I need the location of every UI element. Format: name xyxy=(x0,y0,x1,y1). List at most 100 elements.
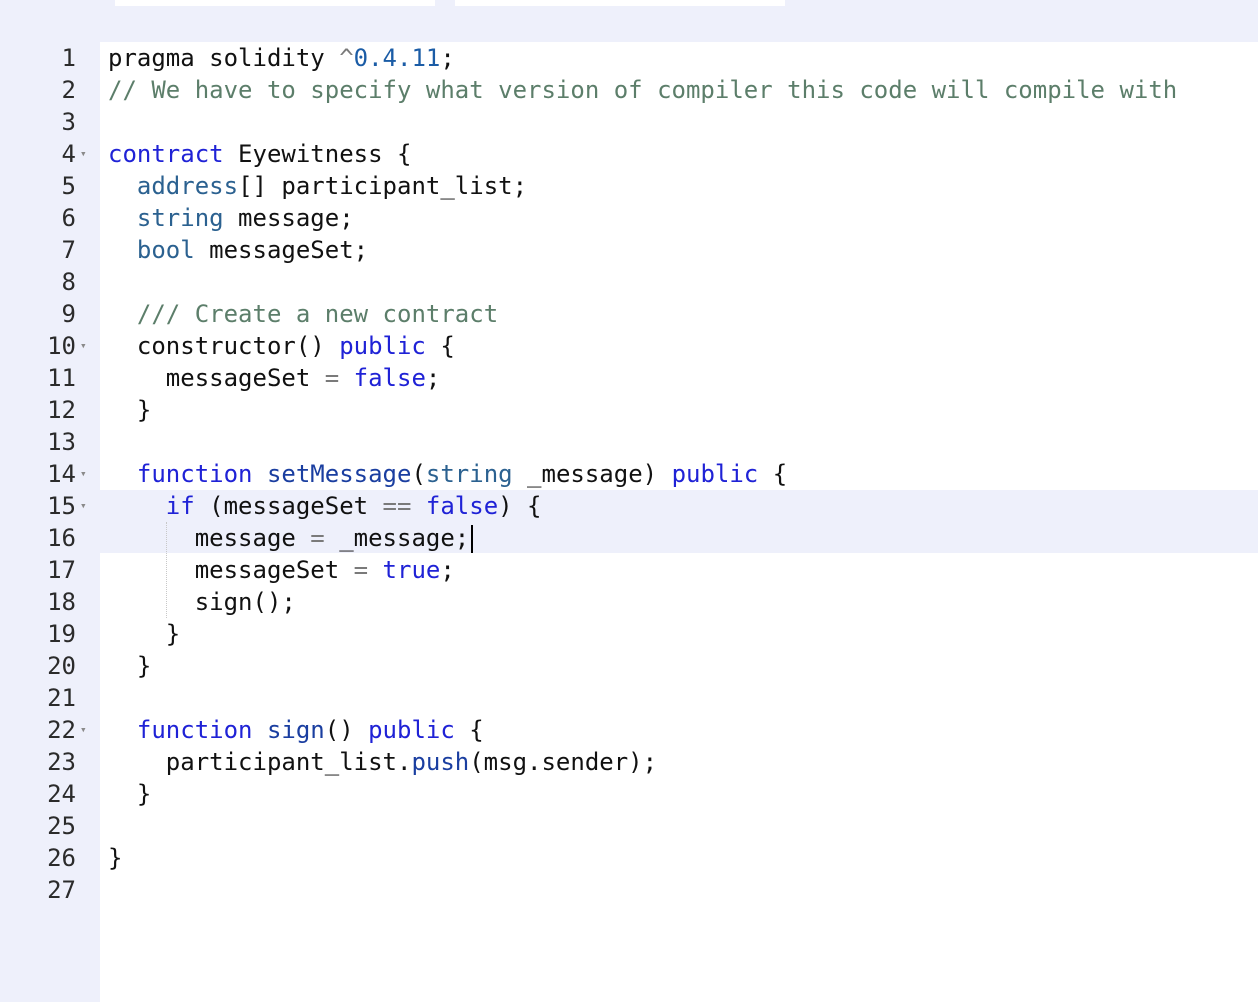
code-token: } xyxy=(108,620,181,648)
line-number: 25 xyxy=(47,812,76,840)
code-token: messageSet; xyxy=(194,236,369,264)
chevron-down-icon[interactable]: ▾ xyxy=(80,458,87,490)
code-text: } xyxy=(108,650,151,682)
code-line[interactable]: 26} xyxy=(0,842,1258,874)
code-line[interactable]: 6 string message; xyxy=(0,202,1258,234)
code-token: string xyxy=(425,460,513,488)
code-text: string message; xyxy=(108,202,354,234)
code-token: } xyxy=(108,652,152,680)
code-token: } xyxy=(108,780,152,808)
code-text: if (messageSet == false) { xyxy=(108,490,542,522)
code-line[interactable]: 7 bool messageSet; xyxy=(0,234,1258,266)
code-line[interactable]: 4 ▾ contract Eyewitness { xyxy=(0,138,1258,170)
line-number: 7 xyxy=(61,236,76,264)
code-text: function sign() public { xyxy=(108,714,484,746)
editor-tab[interactable] xyxy=(115,0,435,6)
code-line[interactable]: 16 message = _message; xyxy=(0,522,1258,554)
code-token: messageSet xyxy=(108,556,354,584)
line-number: 12 xyxy=(47,396,76,424)
code-token: ( xyxy=(411,460,426,488)
line-number: 26 xyxy=(47,844,76,872)
code-text: message = _message; xyxy=(108,522,474,554)
code-token: = xyxy=(353,556,369,584)
code-line[interactable]: 8 xyxy=(0,266,1258,298)
chevron-down-icon[interactable]: ▾ xyxy=(80,330,87,362)
line-number: 21 xyxy=(47,684,76,712)
line-number: 23 xyxy=(47,748,76,776)
code-line[interactable]: 14 ▾ function setMessage(string _message)… xyxy=(0,458,1258,490)
line-number: 20 xyxy=(47,652,76,680)
code-line[interactable]: 18 sign(); xyxy=(0,586,1258,618)
editor-tab-strip xyxy=(0,0,1258,42)
line-number: 19 xyxy=(47,620,76,648)
code-line[interactable]: 20 } xyxy=(0,650,1258,682)
code-token: // We have to specify what version of co… xyxy=(108,76,1178,104)
code-line[interactable]: 25 xyxy=(0,810,1258,842)
line-number: 16 xyxy=(47,524,76,552)
code-text: contract Eyewitness { xyxy=(108,138,411,170)
code-token: /// Create a new contract xyxy=(136,300,499,328)
code-token: string xyxy=(136,204,224,232)
code-line[interactable]: 22 ▾ function sign() public { xyxy=(0,714,1258,746)
line-number: 18 xyxy=(47,588,76,616)
code-token: bool xyxy=(136,236,195,264)
code-line[interactable]: 5 address[] participant_list; xyxy=(0,170,1258,202)
code-line[interactable]: 11 messageSet = false; xyxy=(0,362,1258,394)
code-line[interactable]: 27 xyxy=(0,874,1258,906)
code-token: public xyxy=(671,460,759,488)
code-token: sign xyxy=(266,716,325,744)
line-number: 14 xyxy=(47,460,76,488)
code-text: // We have to specify what version of co… xyxy=(108,74,1177,106)
code-text: } xyxy=(108,618,180,650)
line-number: 24 xyxy=(47,780,76,808)
code-text: } xyxy=(108,842,122,874)
chevron-down-icon[interactable]: ▾ xyxy=(80,138,87,170)
code-line[interactable]: 12 } xyxy=(0,394,1258,426)
code-token: function xyxy=(136,716,253,744)
chevron-down-icon[interactable]: ▾ xyxy=(80,490,87,522)
editor-tab[interactable] xyxy=(455,0,785,6)
code-line[interactable]: 2 // We have to specify what version of c… xyxy=(0,74,1258,106)
line-number: 9 xyxy=(61,300,76,328)
code-token: Eyewitness { xyxy=(223,140,412,168)
line-number: 15 xyxy=(47,492,76,520)
code-token: function xyxy=(136,460,253,488)
code-line[interactable]: 10 ▾ constructor() public { xyxy=(0,330,1258,362)
code-line[interactable]: 15 ▾ if (messageSet == false) { xyxy=(0,490,1258,522)
code-token: ; xyxy=(425,364,441,392)
code-token: ; xyxy=(440,556,455,584)
code-token: { xyxy=(425,332,455,360)
code-line[interactable]: 24 } xyxy=(0,778,1258,810)
code-token: if xyxy=(165,492,195,520)
code-line[interactable]: 1 pragma solidity ^0.4.11; xyxy=(0,42,1258,74)
code-text: participant_list.push(msg.sender); xyxy=(108,746,657,778)
line-number: 3 xyxy=(61,108,76,136)
text-cursor xyxy=(471,525,474,553)
code-line[interactable]: 9 /// Create a new contract xyxy=(0,298,1258,330)
code-token: message; xyxy=(223,204,354,232)
code-line[interactable]: 3 xyxy=(0,106,1258,138)
line-number: 10 xyxy=(47,332,76,360)
code-token: true xyxy=(382,556,441,584)
chevron-down-icon[interactable]: ▾ xyxy=(80,714,87,746)
code-token: (msg.sender); xyxy=(469,748,658,776)
code-token: = xyxy=(324,364,340,392)
code-line[interactable]: 19 } xyxy=(0,618,1258,650)
code-line[interactable]: 23 participant_list.push(msg.sender); xyxy=(0,746,1258,778)
code-line[interactable]: 21 xyxy=(0,682,1258,714)
code-text: address[] participant_list; xyxy=(108,170,527,202)
code-text: } xyxy=(108,394,151,426)
line-number: 22 xyxy=(47,716,76,744)
line-number: 1 xyxy=(61,44,76,72)
line-number: 13 xyxy=(47,428,76,456)
code-line[interactable]: 17 messageSet = true; xyxy=(0,554,1258,586)
code-line[interactable]: 13 xyxy=(0,426,1258,458)
code-token: { xyxy=(454,716,484,744)
